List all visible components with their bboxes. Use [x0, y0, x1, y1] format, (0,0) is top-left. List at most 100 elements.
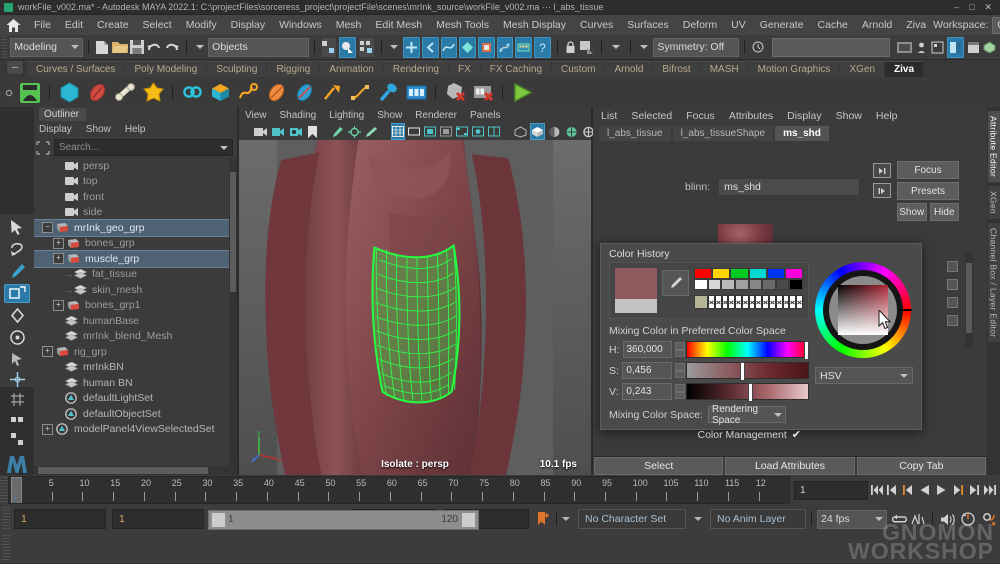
ziva-cloth-icon[interactable] [140, 80, 166, 106]
empty-swatch[interactable] [708, 295, 715, 309]
menu-item-surfaces[interactable]: Surfaces [620, 17, 675, 33]
grease-pencil-icon[interactable] [364, 123, 379, 140]
playback-start-input[interactable]: 1 [112, 509, 204, 529]
collapse-toggle[interactable]: − [42, 222, 53, 233]
rotate-tool-icon[interactable] [4, 306, 30, 325]
ziva-solver-icon[interactable] [17, 80, 43, 106]
saturation-slider[interactable] [686, 362, 809, 379]
value-slider[interactable] [686, 383, 809, 400]
lasso-select-tool-icon[interactable] [4, 240, 30, 259]
empty-swatch[interactable] [742, 295, 749, 309]
anim-prefs-caret-icon[interactable] [562, 517, 570, 521]
menu-item-generate[interactable]: Generate [753, 17, 811, 33]
attribute-swatch[interactable] [947, 279, 958, 290]
attribute-swatch[interactable] [947, 297, 958, 308]
scrollbar-thumb[interactable] [230, 172, 236, 292]
color-mode-dropdown[interactable]: HSV [815, 367, 913, 384]
empty-swatch[interactable] [762, 295, 769, 309]
empty-swatch[interactable] [789, 295, 796, 309]
menu-item-windows[interactable]: Windows [272, 17, 329, 33]
expand-toggle[interactable]: + [42, 424, 53, 435]
search-icon[interactable] [36, 141, 50, 155]
attribute-tab-l-abs-tissue[interactable]: l_abs_tissue [599, 126, 671, 141]
outliner-item-mrink-blend-mesh[interactable]: mrInk_blend_Mesh [34, 329, 237, 345]
empty-swatch[interactable] [796, 295, 803, 309]
menu-item-file[interactable]: File [27, 17, 58, 33]
move-tool-icon[interactable] [4, 284, 30, 303]
step-forward-frame-icon[interactable] [950, 482, 964, 498]
empty-swatch[interactable] [735, 295, 742, 309]
vertical-tab-xgen[interactable]: XGen [988, 186, 1000, 219]
minimize-button[interactable]: – [954, 2, 959, 13]
menu-item-edit[interactable]: Edit [58, 17, 90, 33]
attribute-editor-toggle[interactable] [947, 37, 964, 58]
ziva-tissue-icon[interactable] [84, 80, 110, 106]
redo-button[interactable] [164, 38, 180, 57]
select-tool-icon[interactable] [4, 218, 30, 237]
component-mask-caret-icon[interactable] [390, 45, 398, 49]
saturation-stepper[interactable] [675, 363, 683, 378]
attribute-swatch[interactable] [947, 261, 958, 272]
ziva-cache-icon[interactable] [403, 80, 429, 106]
attribute-editor-menu-attributes[interactable]: Attributes [729, 110, 773, 122]
ziva-tissue2-icon[interactable] [263, 80, 289, 106]
anim-layer-caret-icon[interactable] [694, 517, 702, 521]
color-history-dialog[interactable]: Color History [600, 243, 922, 430]
scrollbar-thumb[interactable] [38, 467, 208, 474]
empty-swatch[interactable] [755, 295, 762, 309]
animation-start-input[interactable]: 1 [14, 509, 106, 529]
hue-input[interactable]: 360,000 [623, 341, 673, 358]
outliner-vertical-scrollbar[interactable] [229, 158, 237, 466]
palette-swatch[interactable] [721, 279, 735, 290]
render-view-icon[interactable] [897, 38, 912, 57]
channel-box-toggle[interactable] [966, 38, 981, 57]
search-input[interactable]: Search... [54, 139, 233, 156]
outliner-item-fat-tissue[interactable]: →fat_tissue [34, 267, 237, 283]
menu-set-dropdown[interactable]: Modeling [10, 38, 83, 57]
presets-button[interactable]: Presets [897, 182, 959, 200]
ziva-attachment-icon[interactable] [179, 80, 205, 106]
maximize-button[interactable]: □ [969, 2, 974, 13]
screen-space-ao-icon[interactable] [455, 123, 469, 140]
step-forward-key-icon[interactable] [966, 482, 980, 498]
close-button[interactable]: ✕ [984, 2, 992, 13]
attribute-swatch[interactable] [947, 315, 958, 326]
palette-swatch[interactable] [708, 279, 722, 290]
settings-icon[interactable] [978, 512, 1000, 527]
expand-toggle[interactable]: + [42, 346, 53, 357]
mixing-color-space-dropdown[interactable]: Rendering Space [708, 406, 786, 423]
mask-all-button[interactable] [403, 37, 420, 58]
shelf-tab-curves-surfaces[interactable]: Curves / Surfaces [27, 61, 124, 77]
two-d-pan-zoom-icon[interactable] [347, 123, 362, 140]
attribute-tab-l-abs-tissueshape[interactable]: l_abs_tissueShape [673, 126, 774, 141]
palette-swatch[interactable] [749, 268, 767, 279]
outliner-item-side[interactable]: side [34, 205, 237, 221]
smooth-shade-icon[interactable] [407, 123, 421, 140]
highlight-selection-icon[interactable] [580, 38, 595, 57]
select-by-component-button[interactable] [358, 37, 375, 58]
outliner-item-mrinkbn[interactable]: mrInkBN [34, 360, 237, 376]
shelf-tab-poly-modeling[interactable]: Poly Modeling [125, 61, 206, 77]
menu-item-arnold[interactable]: Arnold [855, 17, 899, 33]
viewport-menu-view[interactable]: View [245, 110, 267, 121]
palette-swatch[interactable] [694, 268, 712, 279]
shelf-tab-rigging[interactable]: Rigging [267, 61, 319, 77]
shelf-tab-rendering[interactable]: Rendering [384, 61, 448, 77]
expand-toggle[interactable]: + [53, 253, 64, 264]
mask-dynamics-button[interactable] [497, 37, 514, 58]
range-start-handle[interactable] [211, 512, 226, 528]
new-scene-button[interactable] [95, 38, 110, 57]
empty-swatch[interactable] [715, 295, 722, 309]
outliner-item-rig-grp[interactable]: +rig_grp [34, 344, 237, 360]
ziva-bone-icon[interactable] [112, 80, 138, 106]
empty-swatch[interactable] [769, 295, 776, 309]
outliner-item-defaultlightset[interactable]: defaultLightSet [34, 391, 237, 407]
shelf-collapse-button[interactable]: – [6, 60, 24, 75]
expand-toggle[interactable]: + [53, 238, 64, 249]
menu-item-edit-mesh[interactable]: Edit Mesh [368, 17, 429, 33]
color-wheel[interactable] [815, 262, 911, 358]
shelf-tab-bifrost[interactable]: Bifrost [653, 61, 699, 77]
snap-curve-tool-icon[interactable] [4, 411, 30, 428]
camera-settings-icon[interactable] [289, 123, 305, 140]
selection-mask-caret-icon[interactable] [196, 45, 204, 49]
